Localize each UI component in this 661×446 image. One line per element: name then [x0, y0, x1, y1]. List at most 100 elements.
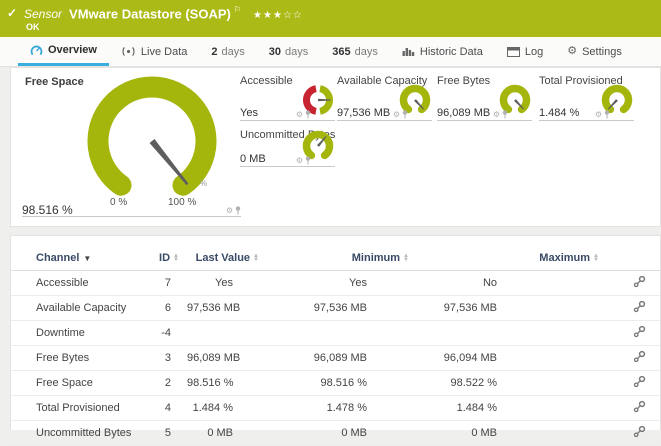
- table-row[interactable]: Total Provisioned41.484 %1.478 %1.484 %: [11, 396, 660, 421]
- cell-minimum: 0 MB: [263, 421, 413, 446]
- channel-settings-icon[interactable]: [633, 400, 646, 413]
- primary-gauge-free-space: Free Space 0 % 100 % % 98.516 % ⚙: [22, 75, 241, 217]
- cell-last-value: Yes: [183, 271, 263, 296]
- channel-table-body: Accessible7YesYesNoAvailable Capacity697…: [11, 271, 660, 446]
- gauge-value: 0 MB: [240, 153, 266, 165]
- table-row[interactable]: Downtime-4: [11, 321, 660, 346]
- cell-maximum: 1.484 %: [413, 396, 603, 421]
- cell-minimum: 97,536 MB: [263, 296, 413, 321]
- gauge-value: 96,089 MB: [437, 107, 490, 119]
- sensor-status-text: OK: [26, 22, 40, 32]
- gauge-settings-gear-icon[interactable]: ⚙: [226, 207, 233, 215]
- cell-channel: Accessible: [11, 271, 151, 296]
- gauge-value: 98.516 %: [22, 203, 73, 217]
- live-signal-icon: [121, 46, 136, 57]
- cell-last-value: 97,536 MB: [183, 296, 263, 321]
- table-row[interactable]: Free Bytes396,089 MB96,089 MB96,094 MB: [11, 346, 660, 371]
- gauge-unit: %: [200, 179, 207, 188]
- cell-maximum: 97,536 MB: [413, 296, 603, 321]
- gauge-value: 1.484 %: [539, 107, 579, 119]
- cell-id: 3: [151, 346, 183, 371]
- pin-icon[interactable]: [305, 110, 311, 119]
- free-space-gauge-dial: [22, 75, 241, 205]
- tab-live-data[interactable]: Live Data: [109, 37, 199, 66]
- gauge-scale-max: 100 %: [168, 197, 196, 208]
- tab-log[interactable]: Log: [495, 37, 555, 66]
- tab-365-days[interactable]: 365days: [320, 37, 390, 66]
- cell-maximum: 0 MB: [413, 421, 603, 446]
- sort-icon: ▲▼: [593, 254, 599, 262]
- cell-channel: Total Provisioned: [11, 396, 151, 421]
- gauge-scale-min: 0 %: [110, 197, 127, 208]
- pin-icon[interactable]: [502, 110, 508, 119]
- settings-gear-icon: ⚙: [567, 46, 577, 57]
- cell-minimum: 98.516 %: [263, 371, 413, 396]
- cell-id: 2: [151, 371, 183, 396]
- channel-settings-icon[interactable]: [633, 275, 646, 288]
- cell-minimum: 1.478 %: [263, 396, 413, 421]
- cell-id: 4: [151, 396, 183, 421]
- column-header-minimum[interactable]: Minimum▲▼: [263, 246, 413, 271]
- column-header-id[interactable]: ID▲▼: [151, 246, 183, 271]
- cell-maximum: 98.522 %: [413, 371, 603, 396]
- cell-minimum: Yes: [263, 271, 413, 296]
- table-row[interactable]: Free Space298.516 %98.516 %98.522 %: [11, 371, 660, 396]
- pin-icon[interactable]: [604, 110, 610, 119]
- tab-overview[interactable]: Overview: [18, 37, 109, 66]
- pin-icon[interactable]: [235, 206, 241, 215]
- pin-icon[interactable]: [402, 110, 408, 119]
- gauge-uncommitted-bytes: Uncommitted Bytes 0 MB ⚙: [240, 129, 335, 167]
- tab-2-days[interactable]: 2days: [199, 37, 256, 66]
- cell-maximum: [413, 321, 603, 346]
- gauge-settings-gear-icon[interactable]: ⚙: [296, 111, 303, 119]
- channel-table-panel: Channel▼ ID▲▼ Last Value▲▼ Minimum▲▼ Max…: [10, 235, 661, 430]
- cell-last-value: 1.484 %: [183, 396, 263, 421]
- tab-bar: Overview Live Data 2days 30days 365days …: [0, 37, 661, 67]
- cell-id: -4: [151, 321, 183, 346]
- table-row[interactable]: Available Capacity697,536 MB97,536 MB97,…: [11, 296, 660, 321]
- sort-icon: ▲▼: [403, 254, 409, 262]
- channel-settings-icon[interactable]: [633, 300, 646, 313]
- gauge-available-capacity: Available Capacity 97,536 MB ⚙: [337, 75, 432, 121]
- cell-last-value: 0 MB: [183, 421, 263, 446]
- column-header-maximum[interactable]: Maximum▲▼: [413, 246, 603, 271]
- table-row[interactable]: Accessible7YesYesNo: [11, 271, 660, 296]
- flag-icon[interactable]: ⚐: [234, 5, 241, 14]
- sensor-header-bar: ✓ SensorVMware Datastore (SOAP)⚐★★★☆☆ OK: [0, 0, 661, 37]
- gauge-value: Yes: [240, 107, 258, 119]
- gauges-panel: Free Space 0 % 100 % % 98.516 % ⚙ Access…: [10, 67, 661, 227]
- tab-30-days[interactable]: 30days: [257, 37, 321, 66]
- gauge-settings-gear-icon[interactable]: ⚙: [393, 111, 400, 119]
- cell-last-value: 96,089 MB: [183, 346, 263, 371]
- tab-historic-data[interactable]: Historic Data: [390, 37, 495, 66]
- cell-id: 6: [151, 296, 183, 321]
- gauge-value: 97,536 MB: [337, 107, 390, 119]
- gauge-settings-gear-icon[interactable]: ⚙: [296, 157, 303, 165]
- cell-maximum: No: [413, 271, 603, 296]
- cell-last-value: 98.516 %: [183, 371, 263, 396]
- tab-settings[interactable]: ⚙ Settings: [555, 37, 634, 66]
- table-row[interactable]: Uncommitted Bytes50 MB0 MB0 MB: [11, 421, 660, 446]
- sensor-title: VMware Datastore (SOAP): [69, 6, 231, 21]
- column-header-last-value[interactable]: Last Value▲▼: [183, 246, 263, 271]
- cell-id: 7: [151, 271, 183, 296]
- cell-channel: Free Bytes: [11, 346, 151, 371]
- channel-settings-icon[interactable]: [633, 375, 646, 388]
- sort-icon: ▲▼: [173, 254, 179, 262]
- channel-settings-icon[interactable]: [633, 350, 646, 363]
- gauge-icon: [30, 44, 43, 56]
- log-table-icon: [507, 47, 520, 57]
- gauge-accessible: Accessible Yes ⚙: [240, 75, 335, 121]
- gauge-settings-gear-icon[interactable]: ⚙: [493, 111, 500, 119]
- sort-icon: ▲▼: [253, 254, 259, 262]
- cell-channel: Uncommitted Bytes: [11, 421, 151, 446]
- channel-table: Channel▼ ID▲▼ Last Value▲▼ Minimum▲▼ Max…: [11, 246, 660, 446]
- priority-stars[interactable]: ★★★☆☆: [253, 10, 303, 21]
- gauge-settings-gear-icon[interactable]: ⚙: [595, 111, 602, 119]
- pin-icon[interactable]: [305, 156, 311, 165]
- column-header-channel[interactable]: Channel▼: [11, 246, 151, 271]
- cell-maximum: 96,094 MB: [413, 346, 603, 371]
- gauge-free-bytes: Free Bytes 96,089 MB ⚙: [437, 75, 532, 121]
- channel-settings-icon[interactable]: [633, 425, 646, 438]
- channel-settings-icon[interactable]: [633, 325, 646, 338]
